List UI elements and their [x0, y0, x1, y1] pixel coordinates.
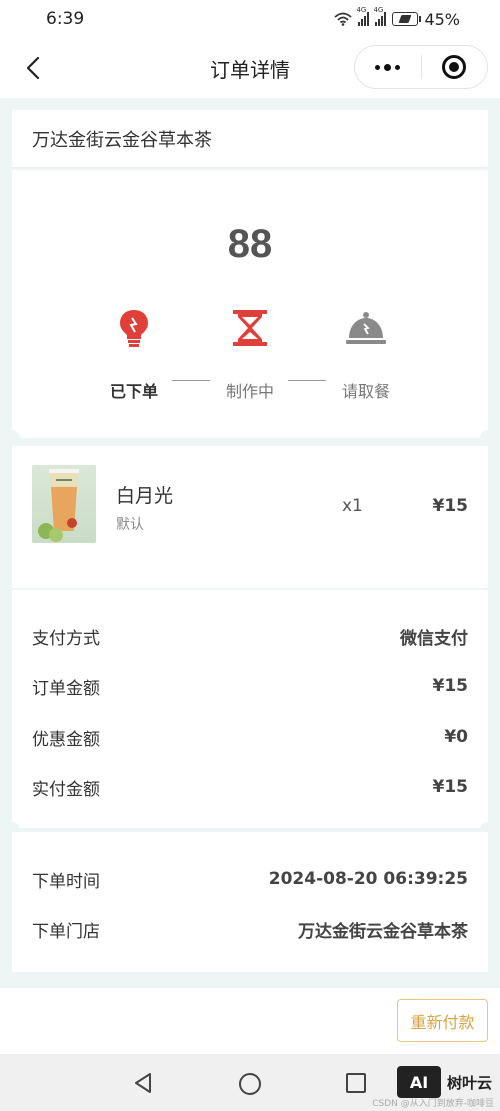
order-info-card: 下单时间 2024-08-20 06:39:25 下单门店 万达金街云金谷草本茶 [12, 832, 488, 972]
watermark: AI 树叶云 [396, 1066, 492, 1098]
product-spec: 默认 [116, 517, 144, 533]
step-connector [288, 380, 326, 381]
hourglass-icon [233, 310, 267, 346]
order-progress: 已下单 制作中 请取餐 [12, 308, 488, 401]
row-label: 订单金额 [32, 678, 100, 699]
order-time: 2024-08-20 06:39:25 [268, 869, 468, 889]
service-bell-icon [346, 312, 386, 344]
signal-icon: 4G [356, 6, 370, 26]
chevron-left-icon[interactable] [22, 56, 46, 80]
step-label: 请取餐 [341, 382, 390, 401]
status-icons: 4G 4G 45% [334, 6, 460, 29]
wifi-icon [334, 12, 353, 26]
step-connector [172, 380, 210, 381]
pickup-number: 88 [227, 222, 273, 266]
payment-row: 优惠金额 ¥0 [32, 722, 468, 752]
network-type-label: 4G [356, 6, 367, 14]
status-bar: 6:39 4G 4G 45% [0, 0, 500, 38]
row-label: 支付方式 [32, 628, 100, 649]
nav-bar: 订单详情 [0, 38, 500, 98]
product-image [32, 465, 96, 543]
step-ordered: 已下单 [94, 308, 174, 402]
system-recents-icon[interactable] [345, 1072, 367, 1094]
card-notch [4, 430, 20, 446]
info-row: 下单时间 2024-08-20 06:39:25 [32, 864, 468, 894]
row-value: ¥15 [432, 676, 469, 696]
order-status-card: 88 已下单 制作中 请取餐 [4, 170, 496, 446]
network-type-label-2: 4G [373, 6, 384, 14]
row-label: 优惠金额 [32, 729, 100, 750]
csdn-watermark: CSDN @从入门到放弃-咖啡豆 [372, 1099, 494, 1109]
row-label: 下单门店 [32, 921, 100, 942]
order-store: 万达金街云金谷草本茶 [298, 921, 468, 942]
battery-icon [392, 12, 422, 26]
row-label: 实付金额 [32, 779, 100, 800]
step-label: 已下单 [109, 382, 158, 401]
signal-icon-2: 4G [373, 6, 387, 26]
step-pickup: 请取餐 [326, 308, 406, 402]
payment-card: 支付方式 微信支付 订单金额 ¥15 优惠金额 ¥0 实付金额 ¥15 [4, 590, 496, 838]
more-dots-icon[interactable] [355, 63, 421, 71]
repay-button[interactable]: 重新付款 [397, 999, 488, 1042]
card-notch [480, 430, 496, 446]
system-back-icon[interactable] [132, 1072, 154, 1094]
system-home-icon[interactable] [238, 1072, 262, 1096]
store-name: 万达金街云金谷草本茶 [32, 129, 212, 151]
payment-row: 支付方式 微信支付 [32, 621, 468, 651]
watermark-brand: 树叶云 [446, 1073, 492, 1092]
payment-row: 订单金额 ¥15 [32, 671, 468, 701]
battery-percent: 45% [424, 9, 460, 29]
product-card: 白月光 默认 x1 ¥15 [12, 446, 488, 588]
row-value: ¥15 [432, 777, 469, 797]
lightbulb-icon [120, 310, 148, 347]
row-value: ¥0 [444, 727, 468, 747]
product-name: 白月光 [116, 485, 174, 507]
drink-cup-icon [38, 469, 79, 542]
step-making: 制作中 [210, 308, 290, 402]
product-quantity: x1 [342, 496, 363, 516]
product-price: ¥15 [432, 496, 469, 516]
info-row: 下单门店 万达金街云金谷草本茶 [32, 914, 468, 944]
row-value: 微信支付 [400, 628, 468, 649]
mini-program-capsule [354, 45, 488, 89]
store-header: 万达金街云金谷草本茶 [12, 110, 488, 168]
payment-row: 实付金额 ¥15 [32, 772, 468, 802]
page-title: 订单详情 [210, 57, 290, 82]
step-label: 制作中 [225, 382, 274, 401]
ai-logo: AI [396, 1066, 441, 1098]
row-label: 下单时间 [32, 871, 100, 892]
status-time: 6:39 [46, 9, 85, 29]
target-close-icon[interactable] [422, 55, 488, 79]
bottom-action-bar: 重新付款 [0, 988, 500, 1054]
